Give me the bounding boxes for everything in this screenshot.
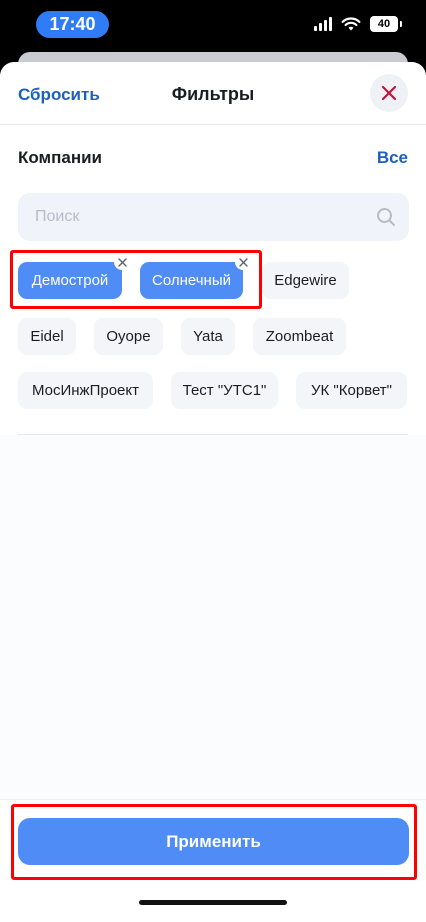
company-chip[interactable]: Тест "УТС1" <box>171 372 278 409</box>
show-all-button[interactable]: Все <box>377 148 408 168</box>
close-icon <box>238 257 248 267</box>
empty-area <box>0 435 426 800</box>
company-chip-selected[interactable]: Солнечный <box>140 254 251 299</box>
company-chip-selected[interactable]: Демострой <box>18 254 130 299</box>
chip-label: УК "Корвет" <box>310 382 393 399</box>
sheet-header: Сбросить Фильтры <box>0 62 426 125</box>
close-icon <box>117 257 127 267</box>
filters-sheet: Сбросить Фильтры Компании Все Демострой … <box>0 62 426 922</box>
chip-label: Демострой <box>31 272 109 289</box>
page-title: Фильтры <box>171 84 255 104</box>
battery-icon: 40 <box>370 16 402 32</box>
chip-label: Солнечный <box>152 272 231 289</box>
cellular-signal-icon <box>314 17 332 31</box>
chip-label: Eidel <box>30 328 64 345</box>
chip-label: МосИнжПроект <box>31 382 139 399</box>
wifi-icon <box>341 16 361 30</box>
company-chip[interactable]: Eidel <box>18 318 76 355</box>
sheet-footer: Применить <box>0 799 426 922</box>
search-field[interactable] <box>18 193 409 241</box>
search-icon <box>375 206 397 228</box>
chip-label: Тест "УТС1" <box>182 382 267 399</box>
company-chip[interactable]: Oyope <box>94 318 163 355</box>
companies-title: Компании <box>18 148 103 167</box>
remove-chip-button[interactable] <box>235 254 251 270</box>
chip-label: Edgewire <box>274 272 337 289</box>
close-icon <box>381 85 397 101</box>
status-time: 17:40 <box>36 11 109 38</box>
status-bar: 17:40 40 <box>0 0 426 52</box>
companies-section-header: Компании Все <box>18 148 408 172</box>
company-chip[interactable]: УК "Корвет" <box>296 372 407 409</box>
company-chip[interactable]: МосИнжПроект <box>18 372 153 409</box>
close-button[interactable] <box>370 74 408 112</box>
search-input[interactable] <box>35 208 375 226</box>
chip-label: Yata <box>193 328 223 345</box>
company-chip[interactable]: Edgewire <box>262 262 349 299</box>
remove-chip-button[interactable] <box>114 254 130 270</box>
chip-label: Oyope <box>106 328 151 345</box>
chip-label: Zoombeat <box>265 328 334 345</box>
company-chip[interactable]: Yata <box>181 318 235 355</box>
company-chip[interactable]: Zoombeat <box>253 318 346 355</box>
status-icons: 40 <box>314 16 402 32</box>
apply-button[interactable]: Применить <box>18 818 409 865</box>
home-indicator <box>139 900 287 905</box>
